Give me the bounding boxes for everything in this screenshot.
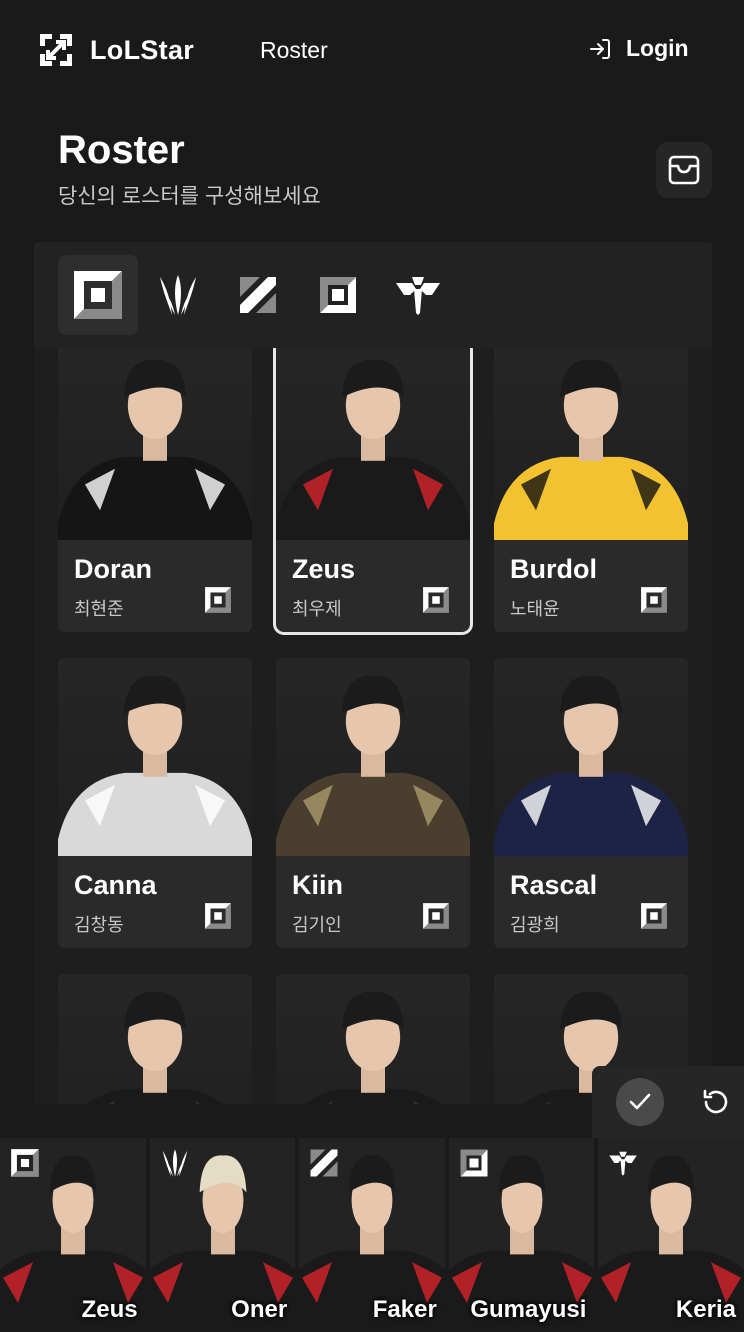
roster-actions [592,1066,744,1138]
lineup-slot[interactable]: Faker [299,1138,445,1332]
player-card[interactable]: Rascal 김광희 [494,658,688,948]
saved-rosters-button[interactable] [656,142,712,198]
player-korean-name: 노태윤 [510,599,560,619]
jungle-icon [160,1148,190,1178]
top-lane-icon [72,269,124,321]
mid-lane-icon [309,1148,339,1178]
top-lane-icon [640,586,668,614]
player-name: Doran [74,554,153,584]
player-photo [494,658,688,856]
top-lane-icon [640,902,668,930]
bot-lane-icon [318,275,358,315]
lineup-slot[interactable]: Oner [149,1138,296,1332]
filter-support[interactable] [378,255,458,335]
player-photo [276,342,470,540]
player-korean-name: 김창동 [74,915,124,935]
archive-box-icon [667,153,701,187]
jungle-icon [158,273,198,317]
player-name: Zeus [292,554,356,584]
mid-lane-icon [238,275,278,315]
lineup-player-name: Faker [372,1296,437,1323]
filter-mid[interactable] [218,255,298,335]
player-card-partial[interactable] [276,974,470,1104]
player-name: Canna [74,870,157,900]
player-photo [58,658,252,856]
player-card[interactable]: Kiin 김기인 [276,658,470,948]
player-name: Kiin [292,870,343,900]
player-korean-name: 최우제 [292,599,342,619]
confirm-button[interactable] [616,1078,664,1126]
player-photo [276,658,470,856]
page-title: Roster [58,128,185,172]
selected-lineup: Zeus Oner Faker Gumayusi Keria [0,1138,744,1332]
player-korean-name: 최현준 [74,599,124,619]
logo-icon [38,32,74,68]
top-lane-icon [422,586,450,614]
player-name: Rascal [510,870,598,900]
filter-top[interactable] [58,255,138,335]
login-label: Login [626,35,689,61]
roster-panel: Doran 최현준 Zeus 최우제 Burdol 노태윤 Canna 김창동 [34,242,712,1104]
support-icon [608,1148,638,1178]
lineup-slot[interactable]: Zeus [0,1138,146,1332]
support-icon [394,275,442,315]
player-photo [58,342,252,540]
filter-bot[interactable] [298,255,378,335]
lineup-slot[interactable]: Gumayusi [448,1138,595,1332]
lineup-player-name: Zeus [81,1296,138,1323]
bot-lane-icon [459,1148,489,1178]
app-logo[interactable]: LoLStar [38,32,194,68]
nav-roster-link[interactable]: Roster [260,37,328,64]
login-button[interactable]: Login [588,35,689,62]
player-name: Burdol [510,554,597,584]
player-card[interactable]: Canna 김창동 [58,658,252,948]
lineup-slot[interactable]: Keria [598,1138,744,1332]
top-lane-icon [422,902,450,930]
player-card-partial[interactable] [58,974,252,1104]
player-photo [494,342,688,540]
reset-icon [701,1087,731,1117]
top-lane-icon [204,902,232,930]
checkmark-icon [627,1089,653,1115]
lineup-player-name: Gumayusi [470,1296,587,1323]
position-filter-bar [34,242,712,348]
filter-jungle[interactable] [138,255,218,335]
player-card[interactable]: Burdol 노태윤 [494,342,688,632]
player-korean-name: 김기인 [292,915,342,935]
lineup-player-name: Oner [231,1296,288,1323]
player-photo [276,974,470,1104]
page-subtitle: 당신의 로스터를 구성해보세요 [58,185,321,208]
top-nav: LoLStar Roster Login [0,0,744,100]
player-card[interactable]: Doran 최현준 [58,342,252,632]
lineup-player-name: Keria [675,1296,736,1323]
player-card[interactable]: Zeus 최우제 [273,339,473,635]
player-korean-name: 김광희 [510,915,560,935]
login-icon [588,37,612,61]
top-lane-icon [10,1148,40,1178]
player-photo [58,974,252,1104]
top-lane-icon [204,586,232,614]
app-name: LoLStar [90,34,195,65]
reset-button[interactable] [696,1082,736,1122]
